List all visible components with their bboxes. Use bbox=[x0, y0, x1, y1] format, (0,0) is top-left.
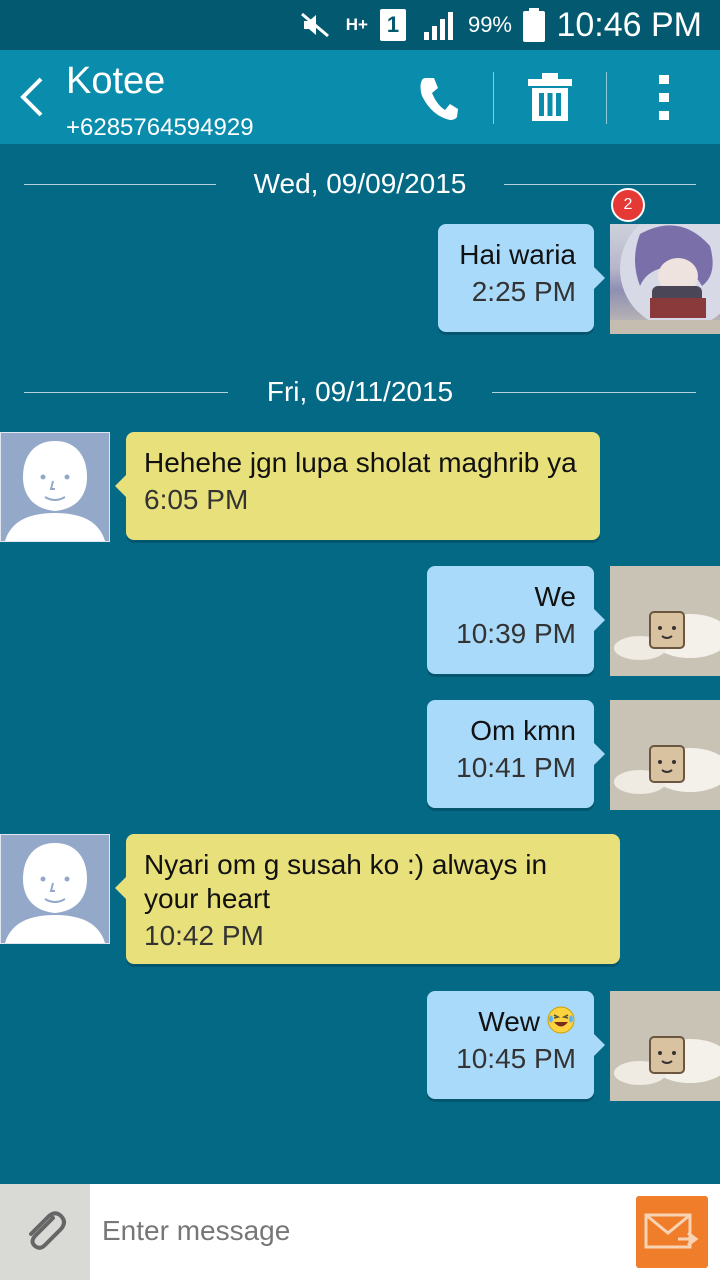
message-text-content: Wew bbox=[478, 1006, 540, 1037]
unread-badge: 2 bbox=[611, 188, 645, 222]
message-text: Hehehe jgn lupa sholat maghrib ya bbox=[144, 447, 577, 478]
phone-icon bbox=[420, 78, 458, 120]
cat-box-avatar-image bbox=[610, 566, 720, 676]
date-label: Wed, 09/09/2015 bbox=[253, 168, 467, 199]
message-text: Hai waria bbox=[459, 239, 576, 270]
signal-icon bbox=[424, 0, 458, 50]
paperclip-icon bbox=[29, 1211, 66, 1250]
date-separator: Wed, 09/09/2015 bbox=[24, 164, 696, 204]
cat-box-avatar-image bbox=[610, 700, 720, 810]
back-button[interactable] bbox=[12, 72, 52, 122]
delete-button[interactable] bbox=[518, 68, 582, 128]
network-type: H+ bbox=[346, 0, 368, 50]
back-icon bbox=[20, 77, 43, 117]
outgoing-message-bubble[interactable]: Hai waria 2:25 PM bbox=[438, 224, 605, 332]
default-person-icon bbox=[5, 441, 105, 541]
send-button[interactable] bbox=[636, 1196, 708, 1268]
laughing-tears-emoji-icon bbox=[546, 1005, 576, 1035]
sim-indicator: 1 bbox=[380, 0, 406, 50]
compose-bar bbox=[0, 1184, 720, 1280]
more-icon bbox=[659, 75, 669, 120]
message-time: 2:25 PM bbox=[471, 276, 576, 307]
outgoing-message-bubble[interactable]: Wew 10:45 PM bbox=[427, 991, 605, 1099]
message-time: 10:42 PM bbox=[144, 920, 264, 951]
trash-icon bbox=[528, 73, 572, 121]
message-text: Om kmn bbox=[470, 715, 576, 746]
contact-avatar[interactable] bbox=[0, 432, 110, 542]
call-button[interactable] bbox=[406, 68, 470, 128]
send-icon bbox=[644, 1213, 699, 1249]
contact-number: +6285764594929 bbox=[66, 114, 254, 141]
contact-name[interactable]: Kotee bbox=[66, 60, 165, 103]
sim-number: 1 bbox=[380, 9, 406, 41]
action-separator bbox=[493, 72, 494, 124]
anime-avatar-image bbox=[610, 224, 720, 334]
my-avatar[interactable] bbox=[610, 700, 720, 810]
default-person-icon bbox=[5, 843, 105, 943]
message-input[interactable] bbox=[102, 1206, 622, 1256]
message-text: Wew bbox=[445, 1005, 576, 1039]
attach-button[interactable] bbox=[0, 1184, 90, 1280]
app-bar: Kotee +6285764594929 bbox=[0, 50, 720, 144]
battery-percentage: 99% bbox=[467, 12, 512, 37]
my-avatar[interactable] bbox=[610, 566, 720, 676]
message-time: 6:05 PM bbox=[144, 484, 249, 515]
date-separator: Fri, 09/11/2015 bbox=[24, 372, 696, 412]
my-avatar[interactable] bbox=[610, 224, 720, 334]
my-avatar[interactable] bbox=[610, 991, 720, 1101]
message-time: 10:41 PM bbox=[456, 752, 576, 783]
clock: 10:46 PM bbox=[556, 5, 702, 44]
message-text: Nyari om g susah ko :) always in your he… bbox=[144, 849, 548, 914]
battery-icon bbox=[523, 0, 545, 50]
message-text: We bbox=[534, 581, 577, 612]
status-bar: H+ 1 99% 10:46 PM bbox=[0, 0, 720, 50]
outgoing-message-bubble[interactable]: We 10:39 PM bbox=[427, 566, 605, 674]
incoming-message-bubble[interactable]: Hehehe jgn lupa sholat maghrib ya 6:05 P… bbox=[115, 432, 600, 540]
contact-avatar[interactable] bbox=[0, 834, 110, 944]
mute-icon bbox=[300, 0, 330, 50]
cat-box-avatar-image bbox=[610, 991, 720, 1101]
network-type-label: H+ bbox=[345, 15, 368, 34]
incoming-message-bubble[interactable]: Nyari om g susah ko :) always in your he… bbox=[115, 834, 620, 964]
outgoing-message-bubble[interactable]: Om kmn 10:41 PM bbox=[427, 700, 605, 808]
more-options-button[interactable] bbox=[632, 68, 696, 128]
message-time: 10:39 PM bbox=[456, 618, 576, 649]
message-time: 10:45 PM bbox=[456, 1043, 576, 1074]
action-separator bbox=[606, 72, 607, 124]
date-label: Fri, 09/11/2015 bbox=[266, 376, 454, 407]
